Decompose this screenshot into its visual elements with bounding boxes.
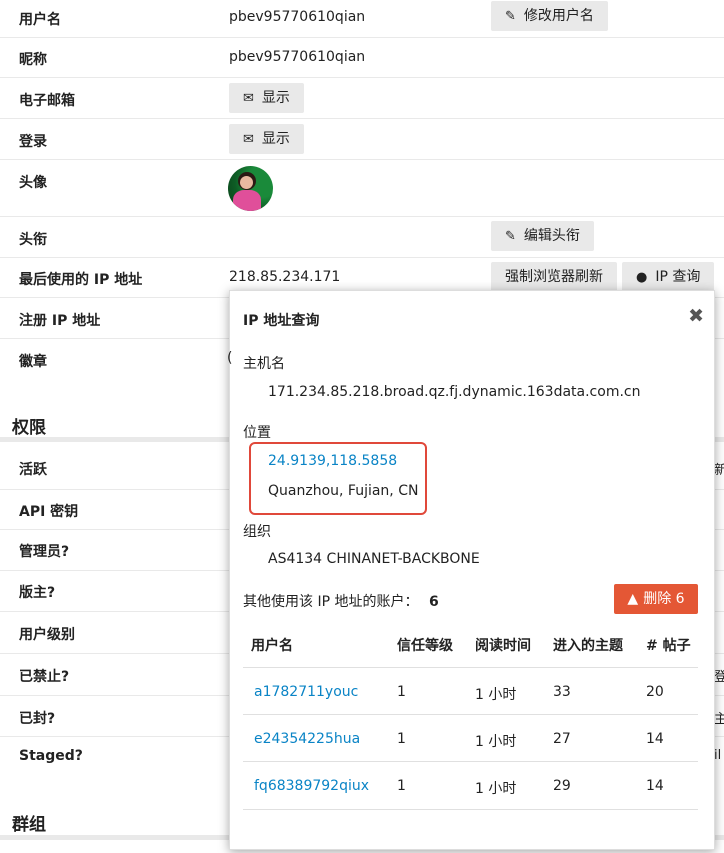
- read-time: 1 小时: [475, 734, 517, 750]
- show-login-label: 显示: [261, 131, 290, 147]
- active-peek: 新: [714, 463, 724, 478]
- envelope-icon: ✉: [243, 132, 254, 147]
- city-value: Quanzhou, Fujian, CN: [268, 483, 419, 499]
- row-avatar: 头像: [0, 159, 724, 217]
- staged-label: Staged?: [19, 748, 83, 764]
- admin-label: 管理员?: [19, 544, 70, 560]
- post-count: 14: [646, 731, 664, 747]
- row-login: 登录 ✉ 显示: [0, 118, 724, 160]
- topics-entered: 33: [553, 684, 571, 700]
- pencil-icon: ✎: [505, 9, 516, 24]
- pencil-icon: ✎: [505, 229, 516, 244]
- badges-label: 徽章: [19, 354, 47, 370]
- show-login-button[interactable]: ✉ 显示: [229, 124, 304, 154]
- username-value: pbev95770610qian: [229, 9, 366, 25]
- username-label: 用户名: [19, 12, 61, 28]
- show-email-label: 显示: [261, 90, 290, 106]
- other-accounts-text: 其他使用该 IP 地址的账户：: [243, 594, 419, 610]
- row-nickname: 昵称 pbev95770610qian: [0, 37, 724, 78]
- force-refresh-button[interactable]: 强制浏览器刷新: [491, 262, 617, 292]
- delete-accounts-button[interactable]: ▲ 删除 6: [614, 584, 698, 614]
- other-accounts-label: 其他使用该 IP 地址的账户： 6: [243, 591, 439, 611]
- warning-icon: ▲: [627, 591, 639, 607]
- read-time: 1 小时: [475, 687, 517, 703]
- read-time: 1 小时: [475, 781, 517, 797]
- edit-title-button[interactable]: ✎ 编辑头衔: [491, 221, 594, 251]
- location-label: 位置: [243, 425, 271, 441]
- badges-peek: (: [227, 350, 233, 366]
- avatar[interactable]: [228, 166, 273, 211]
- popup-title: IP 地址查询: [243, 313, 320, 329]
- other-accounts-count: 6: [428, 594, 439, 610]
- globe-icon: ●: [636, 270, 648, 285]
- column-header: 阅读时间: [475, 638, 531, 654]
- topics-entered: 29: [553, 778, 571, 794]
- column-header: 信任等级: [397, 638, 453, 654]
- api-key-label: API 密钥: [19, 504, 79, 520]
- delete-label: 删除 6: [643, 591, 685, 607]
- post-count: 20: [646, 684, 664, 700]
- ip-lookup-button[interactable]: ● IP 查询: [622, 262, 715, 292]
- change-username-button[interactable]: ✎ 修改用户名: [491, 1, 608, 31]
- avatar-label: 头像: [19, 175, 47, 191]
- nickname-value: pbev95770610qian: [229, 49, 366, 65]
- row-title: 头衔 ✎ 编辑头衔: [0, 216, 724, 258]
- account-username-link[interactable]: a1782711youc: [254, 684, 358, 700]
- column-header: 用户名: [251, 638, 293, 654]
- topics-entered: 27: [553, 731, 571, 747]
- email-label: 电子邮箱: [19, 93, 75, 109]
- permissions-heading: 权限: [12, 418, 46, 438]
- change-username-label: 修改用户名: [523, 8, 594, 24]
- org-value: AS4134 CHINANET-BACKBONE: [268, 551, 480, 567]
- last-ip-label: 最后使用的 IP 地址: [19, 272, 143, 288]
- staged-peek: il: [714, 748, 722, 763]
- trust-level: 1: [397, 731, 406, 747]
- show-email-button[interactable]: ✉ 显示: [229, 83, 304, 113]
- ip-lookup-label: IP 查询: [655, 269, 701, 285]
- table-row: fq68389792qiux 1 1 小时 29 14: [243, 761, 698, 810]
- column-header: # 帖子: [646, 638, 691, 654]
- suspended-label: 已封?: [19, 711, 56, 727]
- post-count: 14: [646, 778, 664, 794]
- table-row: a1782711youc 1 1 小时 33 20: [243, 667, 698, 715]
- column-header: 进入的主题: [553, 638, 623, 654]
- banned-label: 已禁止?: [19, 669, 70, 685]
- table-row: e24354225hua 1 1 小时 27 14: [243, 714, 698, 762]
- groups-heading: 群组: [12, 815, 46, 835]
- last-ip-value: 218.85.234.171: [229, 269, 341, 285]
- login-label: 登录: [19, 134, 47, 150]
- user-level-label: 用户级别: [19, 627, 75, 643]
- nickname-label: 昵称: [19, 52, 47, 68]
- hostname-label: 主机名: [243, 356, 285, 372]
- ip-lookup-popup: IP 地址查询 ✖ 主机名 171.234.85.218.broad.qz.fj…: [229, 290, 715, 850]
- close-icon[interactable]: ✖: [688, 305, 704, 327]
- suspended-peek: 主: [714, 712, 724, 727]
- coords-link[interactable]: 24.9139,118.5858: [268, 453, 397, 469]
- org-label: 组织: [243, 524, 271, 540]
- account-username-link[interactable]: fq68389792qiux: [254, 778, 369, 794]
- row-email: 电子邮箱 ✉ 显示: [0, 77, 724, 119]
- reg-ip-label: 注册 IP 地址: [19, 313, 101, 329]
- account-username-link[interactable]: e24354225hua: [254, 731, 360, 747]
- edit-title-label: 编辑头衔: [523, 228, 580, 244]
- banned-peek: 登: [714, 670, 724, 685]
- trust-level: 1: [397, 778, 406, 794]
- hostname-value: 171.234.85.218.broad.qz.fj.dynamic.163da…: [268, 384, 641, 400]
- moderator-label: 版主?: [19, 585, 56, 601]
- title-label: 头衔: [19, 232, 47, 248]
- active-label: 活跃: [19, 462, 47, 478]
- envelope-icon: ✉: [243, 91, 254, 106]
- trust-level: 1: [397, 684, 406, 700]
- row-username: 用户名 pbev95770610qian ✎ 修改用户名: [0, 0, 724, 38]
